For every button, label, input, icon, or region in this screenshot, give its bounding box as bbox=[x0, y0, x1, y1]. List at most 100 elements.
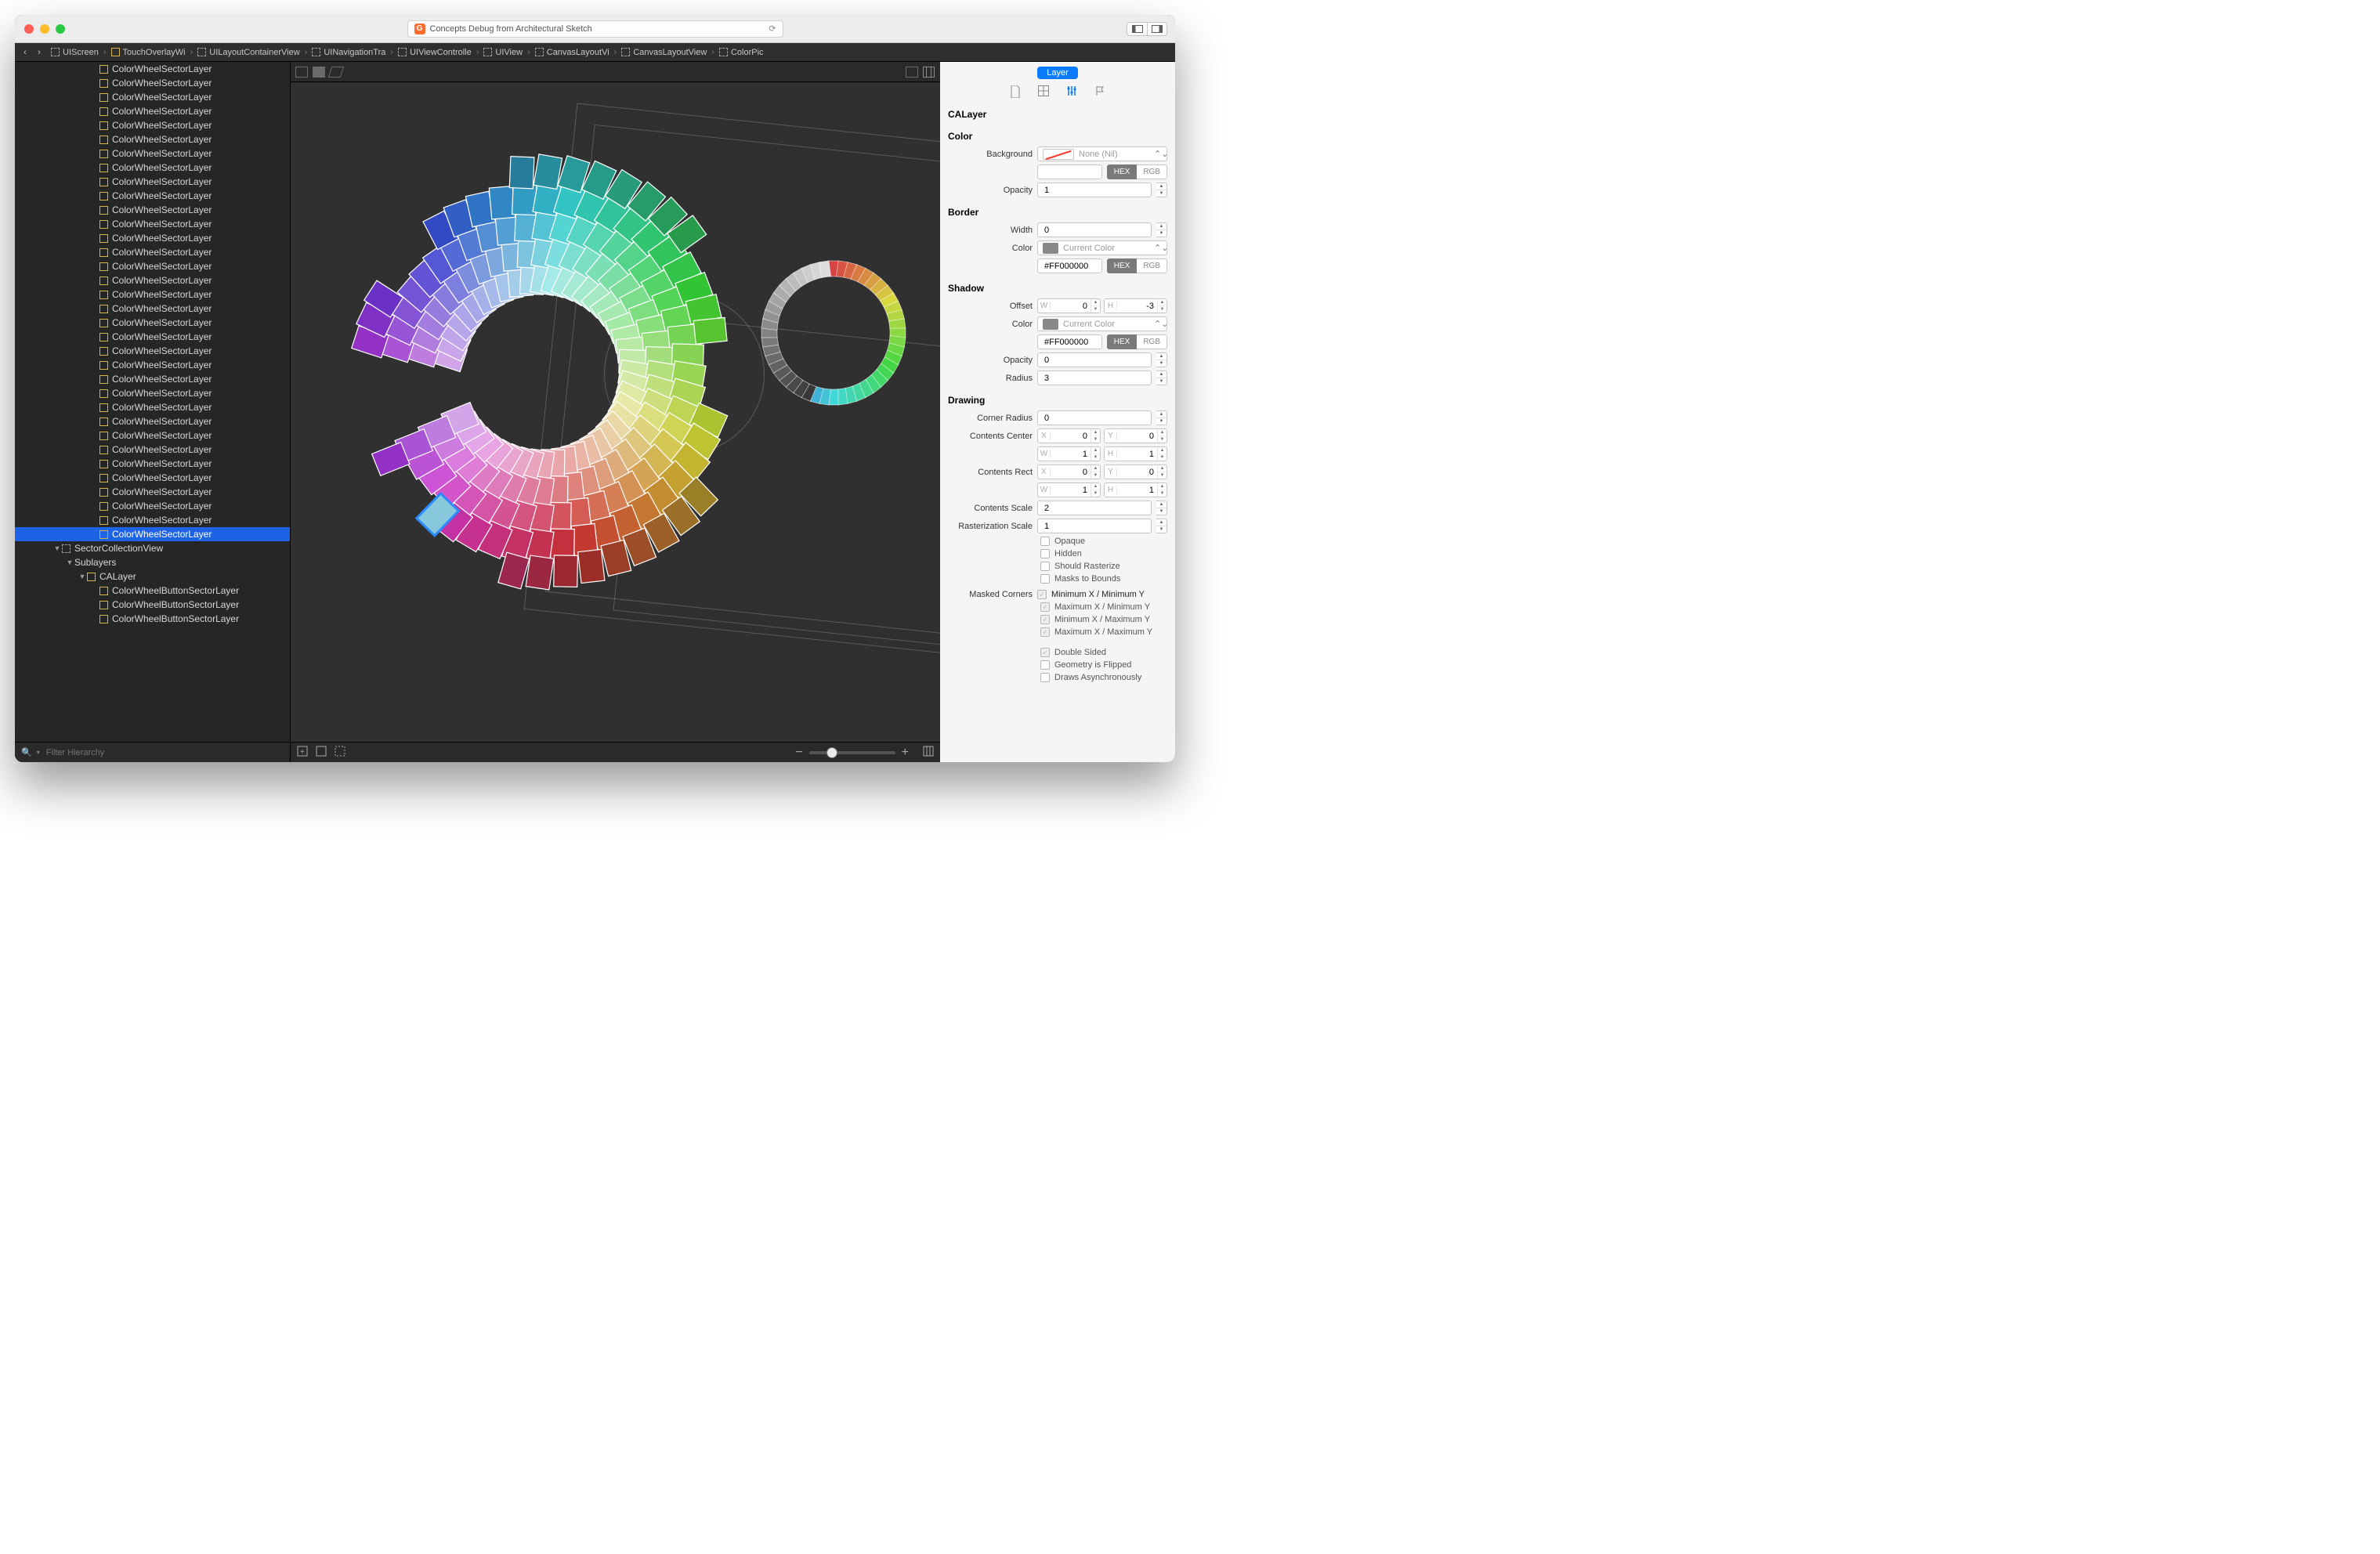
tree-row[interactable]: ColorWheelSectorLayer bbox=[15, 104, 290, 118]
cr-x-input[interactable]: X ▲▼ bbox=[1037, 464, 1101, 479]
shadow-opacity-input[interactable] bbox=[1037, 352, 1152, 367]
layout-right-button[interactable] bbox=[1147, 22, 1167, 36]
cc-y-input[interactable]: Y ▲▼ bbox=[1104, 428, 1167, 443]
tree-row[interactable]: ColorWheelSectorLayer bbox=[15, 485, 290, 499]
border-width-stepper[interactable]: ▲▼ bbox=[1156, 222, 1167, 237]
breadcrumb-item[interactable]: UIScreen bbox=[46, 48, 103, 57]
tree-row[interactable]: ColorWheelSectorLayer bbox=[15, 132, 290, 146]
foot-a-icon[interactable]: + bbox=[297, 746, 308, 759]
breadcrumb-item[interactable]: UIViewControlle bbox=[393, 48, 476, 57]
tree-row[interactable]: ColorWheelSectorLayer bbox=[15, 273, 290, 287]
minimize-window-button[interactable] bbox=[40, 24, 49, 34]
should-rasterize-checkbox[interactable] bbox=[1040, 562, 1050, 571]
breadcrumb-item[interactable]: UILayoutContainerView bbox=[193, 48, 304, 57]
disclosure-icon[interactable]: ▼ bbox=[65, 558, 74, 566]
view-right-b-button[interactable] bbox=[923, 67, 935, 78]
tab-grid-icon[interactable] bbox=[1038, 85, 1049, 101]
border-hex-input[interactable] bbox=[1037, 258, 1102, 273]
maxx-maxy-checkbox[interactable] bbox=[1040, 627, 1050, 637]
tree-row[interactable]: ColorWheelButtonSectorLayer bbox=[15, 584, 290, 598]
tree-row[interactable]: ColorWheelSectorLayer bbox=[15, 118, 290, 132]
opacity-input[interactable] bbox=[1037, 183, 1152, 197]
tab-file-icon[interactable] bbox=[1010, 85, 1021, 101]
tree-row[interactable]: ColorWheelSectorLayer bbox=[15, 90, 290, 104]
tree-row[interactable]: ColorWheelSectorLayer bbox=[15, 302, 290, 316]
maxx-miny-checkbox[interactable] bbox=[1040, 602, 1050, 612]
minx-miny-checkbox[interactable] bbox=[1037, 590, 1047, 599]
minx-maxy-checkbox[interactable] bbox=[1040, 615, 1050, 624]
rasterization-scale-input[interactable] bbox=[1037, 519, 1152, 533]
tree-row[interactable]: ColorWheelButtonSectorLayer bbox=[15, 598, 290, 612]
tree-row[interactable]: ▼SectorCollectionView bbox=[15, 541, 290, 555]
tree-row[interactable]: ColorWheelSectorLayer bbox=[15, 175, 290, 189]
zoom-window-button[interactable] bbox=[56, 24, 65, 34]
tree-row[interactable]: ColorWheelSectorLayer bbox=[15, 443, 290, 457]
tree-row[interactable]: ColorWheelSectorLayer bbox=[15, 330, 290, 344]
cc-x-input[interactable]: X ▲▼ bbox=[1037, 428, 1101, 443]
zoom-slider-knob[interactable] bbox=[826, 747, 837, 758]
tree-row[interactable]: ColorWheelSectorLayer bbox=[15, 471, 290, 485]
filter-input[interactable] bbox=[45, 747, 284, 758]
double-sided-checkbox[interactable] bbox=[1040, 648, 1050, 657]
disclosure-icon[interactable]: ▼ bbox=[52, 544, 62, 552]
shadow-offset-h-input[interactable]: H▲▼ bbox=[1104, 298, 1167, 313]
border-color-dropdown[interactable]: Current Color ⌃⌄ bbox=[1037, 240, 1167, 255]
breadcrumb-item[interactable]: UINavigationTra bbox=[307, 48, 390, 57]
contents-scale-input[interactable] bbox=[1037, 501, 1152, 515]
background-hex-input[interactable] bbox=[1037, 164, 1102, 179]
tree-row[interactable]: ColorWheelSectorLayer bbox=[15, 231, 290, 245]
breadcrumb-item[interactable]: CanvasLayoutView bbox=[617, 48, 711, 57]
background-color-dropdown[interactable]: None (Nil) ⌃⌄ bbox=[1037, 146, 1167, 161]
tree-row[interactable]: ColorWheelSectorLayer bbox=[15, 344, 290, 358]
shadow-hex-input[interactable] bbox=[1037, 334, 1102, 349]
breadcrumb-item[interactable]: CanvasLayoutVi bbox=[530, 48, 614, 57]
seg-hex-button[interactable]: HEX bbox=[1107, 258, 1138, 273]
tree-row[interactable]: ColorWheelSectorLayer bbox=[15, 400, 290, 414]
tab-flag-icon[interactable] bbox=[1094, 85, 1105, 101]
tree-row[interactable]: ColorWheelSectorLayer bbox=[15, 62, 290, 76]
shadow-offset-w-input[interactable]: W▲▼ bbox=[1037, 298, 1101, 313]
seg-hex-button[interactable]: HEX bbox=[1107, 164, 1138, 179]
tree-row[interactable]: ColorWheelSectorLayer bbox=[15, 189, 290, 203]
tree-row[interactable]: ColorWheelSectorLayer bbox=[15, 414, 290, 428]
seg-hex-button[interactable]: HEX bbox=[1107, 334, 1138, 349]
view-wireframe-button[interactable] bbox=[295, 67, 308, 78]
seg-rgb-button[interactable]: RGB bbox=[1137, 164, 1167, 179]
tree-row[interactable]: ColorWheelSectorLayer bbox=[15, 372, 290, 386]
shadow-color-dropdown[interactable]: Current Color ⌃⌄ bbox=[1037, 316, 1167, 331]
disclosure-icon[interactable]: ▼ bbox=[78, 573, 87, 580]
cr-w-input[interactable]: W ▲▼ bbox=[1037, 482, 1101, 497]
title-address-field[interactable]: G Concepts Debug from Architectural Sket… bbox=[407, 20, 783, 38]
seg-rgb-button[interactable]: RGB bbox=[1137, 334, 1167, 349]
shadow-opacity-stepper[interactable]: ▲▼ bbox=[1156, 352, 1167, 367]
foot-b-icon[interactable] bbox=[316, 746, 327, 759]
canvas[interactable] bbox=[291, 82, 940, 742]
foot-right-icon[interactable] bbox=[923, 746, 934, 759]
close-window-button[interactable] bbox=[24, 24, 34, 34]
shadow-radius-stepper[interactable]: ▲▼ bbox=[1156, 370, 1167, 385]
rasterization-scale-stepper[interactable]: ▲▼ bbox=[1156, 519, 1167, 533]
breadcrumb-item[interactable]: TouchOverlayWi bbox=[107, 48, 190, 57]
corner-radius-input[interactable] bbox=[1037, 410, 1152, 425]
cr-h-input[interactable]: H ▲▼ bbox=[1104, 482, 1167, 497]
tree-row[interactable]: ColorWheelSectorLayer bbox=[15, 217, 290, 231]
tree-row[interactable]: ColorWheelSectorLayer bbox=[15, 287, 290, 302]
tree-row[interactable]: ColorWheelSectorLayer bbox=[15, 316, 290, 330]
view-3d-button[interactable] bbox=[330, 67, 342, 78]
tree-row[interactable]: ColorWheelSectorLayer bbox=[15, 358, 290, 372]
breadcrumb-item[interactable]: ColorPic bbox=[714, 48, 769, 57]
nav-back-button[interactable]: ‹ bbox=[18, 48, 32, 57]
tree-row[interactable]: ▼CALayer bbox=[15, 569, 290, 584]
tree-row[interactable]: ColorWheelSectorLayer bbox=[15, 245, 290, 259]
tree-row[interactable]: ColorWheelSectorLayer bbox=[15, 386, 290, 400]
breadcrumb-item[interactable]: UIView bbox=[479, 48, 527, 57]
tree-row[interactable]: ColorWheelSectorLayer bbox=[15, 146, 290, 161]
seg-rgb-button[interactable]: RGB bbox=[1137, 258, 1167, 273]
tree-row[interactable]: ColorWheelSectorLayer bbox=[15, 259, 290, 273]
tree-row[interactable]: ColorWheelSectorLayer bbox=[15, 457, 290, 471]
filter-dropdown-icon[interactable]: ▾ bbox=[37, 749, 40, 756]
zoom-slider[interactable] bbox=[809, 751, 895, 754]
hierarchy-tree[interactable]: ColorWheelSectorLayerColorWheelSectorLay… bbox=[15, 62, 290, 742]
contents-scale-stepper[interactable]: ▲▼ bbox=[1156, 501, 1167, 515]
draws-async-checkbox[interactable] bbox=[1040, 673, 1050, 682]
